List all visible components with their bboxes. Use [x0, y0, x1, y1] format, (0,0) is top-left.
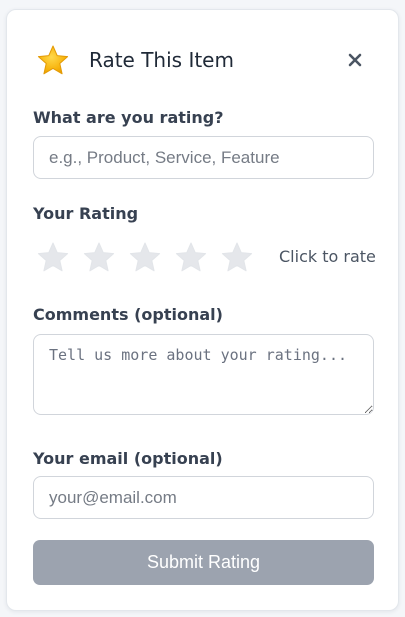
rating-hint: Click to rate: [279, 247, 376, 266]
star-rating: [35, 240, 265, 278]
email-input[interactable]: [33, 476, 374, 519]
star-icon: [37, 45, 69, 75]
subject-label: What are you rating?: [33, 108, 224, 127]
rating-star-3[interactable]: [127, 240, 163, 276]
dialog-title: Rate This Item: [89, 48, 234, 72]
email-label: Your email (optional): [33, 449, 223, 468]
rating-dialog: Rate This Item What are you rating? Your…: [6, 9, 399, 611]
dialog-header: Rate This Item: [7, 10, 398, 110]
submit-rating-button[interactable]: Submit Rating: [33, 540, 374, 585]
comments-label: Comments (optional): [33, 305, 223, 324]
rating-star-4[interactable]: [173, 240, 209, 276]
rating-star-1[interactable]: [35, 240, 71, 276]
close-button[interactable]: [341, 46, 369, 74]
subject-input[interactable]: [33, 136, 374, 179]
rating-star-5[interactable]: [219, 240, 255, 276]
rating-label: Your Rating: [33, 204, 139, 223]
comments-textarea[interactable]: [33, 334, 374, 415]
rating-star-2[interactable]: [81, 240, 117, 276]
